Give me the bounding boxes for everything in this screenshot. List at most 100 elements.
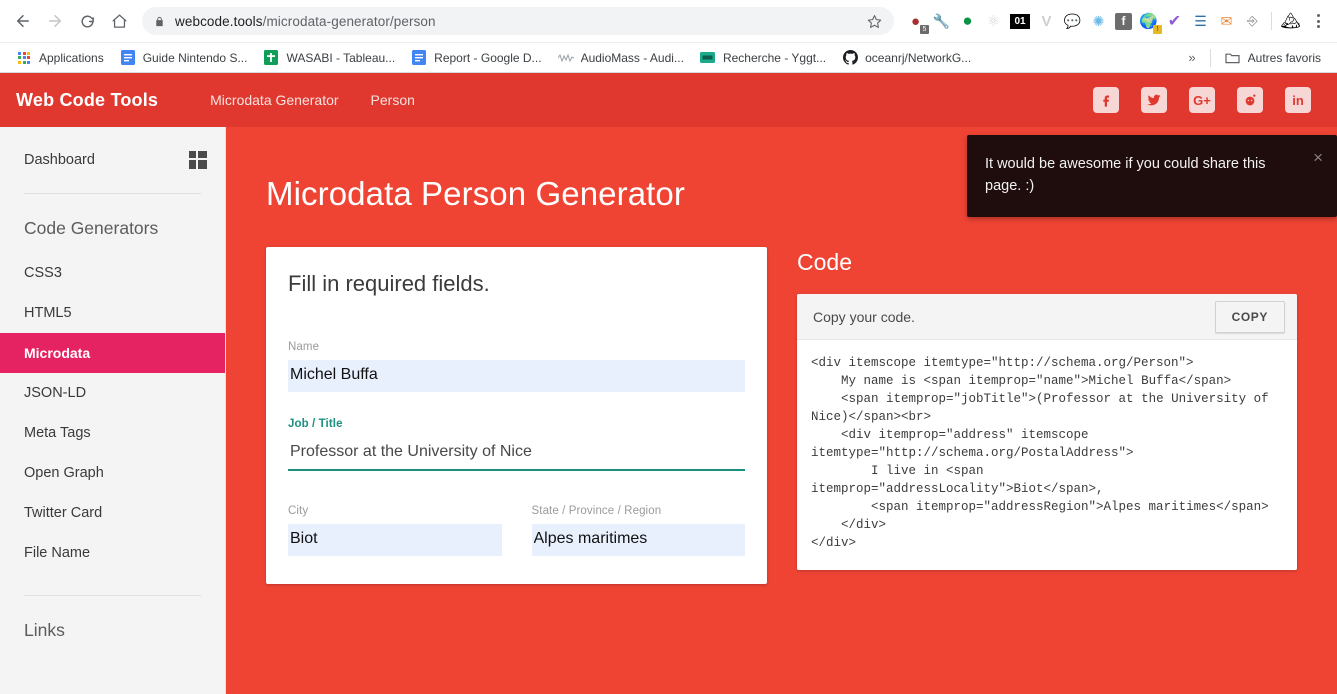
copy-button[interactable]: COPY (1214, 300, 1285, 333)
extension-feather[interactable]: ✺ (1089, 12, 1108, 31)
extension-chat-bubble[interactable]: 💬 (1063, 12, 1082, 31)
reddit-share-icon[interactable] (1237, 87, 1263, 113)
waveform-icon (557, 50, 574, 66)
content-columns: Fill in required fields. Name Job / Titl… (266, 247, 1297, 584)
code-column: Code Copy your code. COPY <div itemscope… (797, 247, 1297, 570)
nav-microdata-generator[interactable]: Microdata Generator (210, 92, 338, 108)
extension-strip: ● 5 🔧 ● ⚛ 01 V 💬 ✺ f 🌍! ✔ ☰ ✉ ⎆ 🏔 (902, 8, 1329, 34)
job-title-input[interactable] (288, 437, 745, 471)
apps-grid-icon (16, 50, 32, 66)
toast-close-icon[interactable]: × (1313, 149, 1323, 166)
forward-button[interactable] (40, 6, 70, 36)
bookmark-label: Autres favoris (1247, 50, 1321, 65)
bookmark-recherche-yggt[interactable]: Recherche - Yggt... (692, 47, 834, 69)
city-input[interactable] (288, 524, 502, 556)
sidebar-item-label: Dashboard (24, 152, 95, 168)
generated-code[interactable]: <div itemscope itemtype="http://schema.o… (797, 340, 1297, 570)
dashboard-grid-icon (189, 151, 207, 169)
linkedin-share-icon[interactable]: in (1285, 87, 1311, 113)
extension-green-drop[interactable]: ● (958, 11, 977, 31)
sidebar-item-html5[interactable]: HTML5 (0, 293, 225, 333)
sidebar-item-dashboard[interactable]: Dashboard (0, 137, 225, 183)
google-docs-icon (120, 50, 136, 66)
bookmark-label: Guide Nintendo S... (142, 50, 248, 65)
sidebar-item-file-name[interactable]: File Name (0, 533, 225, 573)
extension-zero-one[interactable]: 01 (1010, 13, 1030, 29)
extension-mail[interactable]: ✉ (1217, 12, 1236, 31)
bookmark-report-google-d[interactable]: Report - Google D... (403, 47, 549, 69)
sidebar-item-label: Meta Tags (24, 425, 91, 441)
extension-facebook[interactable]: f (1115, 12, 1132, 30)
nav-person[interactable]: Person (371, 92, 415, 108)
sidebar-item-microdata[interactable]: Microdata (0, 333, 225, 373)
extension-sitemap[interactable]: ⎆ (1243, 12, 1262, 31)
sidebar-item-label: File Name (24, 545, 91, 561)
social-links: G+ in (1093, 87, 1321, 113)
bookmark-other-favorites[interactable]: Autres favoris (1217, 47, 1329, 69)
extension-wrench[interactable]: 🔧 (932, 12, 951, 31)
url-path: /microdata-generator/person (262, 13, 436, 29)
sidebar-item-label: JSON-LD (24, 385, 87, 401)
reload-button[interactable] (72, 6, 102, 36)
home-button[interactable] (104, 6, 134, 36)
forward-arrow-icon (49, 15, 61, 27)
extension-checkmark[interactable]: ✔ (1165, 12, 1184, 31)
extension-database[interactable]: ☰ (1191, 12, 1210, 31)
bookmark-label: oceanrj/NetworkG... (865, 50, 972, 65)
field-job-title: Job / Title (288, 418, 745, 471)
extension-v-letter[interactable]: V (1037, 12, 1056, 31)
sidebar-item-css3[interactable]: CSS3 (0, 253, 225, 293)
sidebar-item-meta-tags[interactable]: Meta Tags (0, 413, 225, 453)
extension-atom[interactable]: ⚛ (984, 12, 1003, 31)
folder-icon (1225, 50, 1241, 66)
field-name: Name (288, 341, 745, 392)
sidebar-item-twitter-card[interactable]: Twitter Card (0, 493, 225, 533)
bookmark-applications[interactable]: Applications (8, 47, 112, 69)
code-card-header: Copy your code. COPY (797, 294, 1297, 340)
bookmark-label: AudioMass - Audi... (580, 50, 684, 65)
bookmark-guide-nintendo[interactable]: Guide Nintendo S... (112, 47, 256, 69)
copy-hint-label: Copy your code. (813, 308, 915, 325)
green-badge-icon (700, 50, 716, 66)
back-button[interactable] (8, 6, 38, 36)
state-region-input[interactable] (531, 524, 745, 556)
extension-ublock-origin[interactable]: ● 5 (906, 12, 929, 34)
home-icon (111, 13, 127, 28)
code-section-title: Code (797, 249, 852, 275)
sidebar-item-label: Microdata (24, 345, 91, 361)
reload-icon (80, 15, 94, 27)
name-input[interactable] (288, 360, 745, 392)
bookmark-label: Applications (39, 50, 104, 65)
code-card: Copy your code. COPY <div itemscope item… (797, 294, 1297, 570)
sidebar-item-open-graph[interactable]: Open Graph (0, 453, 225, 493)
address-bar[interactable]: webcode.tools/microdata-generator/person (142, 7, 894, 35)
brand-logo[interactable]: Web Code Tools (14, 90, 158, 111)
bookmark-oceanrj-networkg[interactable]: oceanrj/NetworkG... (834, 47, 979, 69)
bookmark-wasabi-tableau[interactable]: WASABI - Tableau... (255, 47, 403, 69)
bookmark-label: Recherche - Yggt... (722, 50, 827, 65)
toast-message: It would be awesome if you could share t… (985, 156, 1266, 194)
form-column: Fill in required fields. Name Job / Titl… (266, 247, 767, 584)
main-content: It would be awesome if you could share t… (226, 127, 1337, 694)
bookmark-audiomass[interactable]: AudioMass - Audi... (550, 47, 692, 69)
bookmark-star-icon[interactable] (857, 14, 882, 29)
bookmarks-divider (1209, 48, 1211, 67)
google-docs-icon (411, 50, 427, 66)
sidebar-section-code-generators: Code Generators (24, 218, 159, 238)
share-toast: It would be awesome if you could share t… (967, 135, 1337, 217)
sidebar-item-label: HTML5 (24, 305, 72, 321)
extension-globe[interactable]: 🌍! (1139, 12, 1162, 34)
chrome-menu-button[interactable] (1307, 8, 1329, 34)
extension-badge: 5 (920, 24, 929, 34)
app-header: Web Code Tools Microdata Generator Perso… (0, 73, 1337, 127)
browser-chrome: webcode.tools/microdata-generator/person… (0, 0, 1337, 73)
browser-toolbar: webcode.tools/microdata-generator/person… (0, 0, 1337, 42)
bookmarks-overflow-button[interactable]: » (1180, 48, 1203, 67)
sidebar-item-json-ld[interactable]: JSON-LD (0, 373, 225, 413)
facebook-share-icon[interactable] (1093, 87, 1119, 113)
google-plus-share-icon[interactable]: G+ (1189, 87, 1215, 113)
twitter-share-icon[interactable] (1141, 87, 1167, 113)
sidebar: Dashboard Code Generators CSS3 HTML5 Mic… (0, 127, 226, 694)
profile-avatar[interactable]: 🏔 (1280, 12, 1300, 31)
sidebar-item-label: Twitter Card (24, 505, 103, 521)
